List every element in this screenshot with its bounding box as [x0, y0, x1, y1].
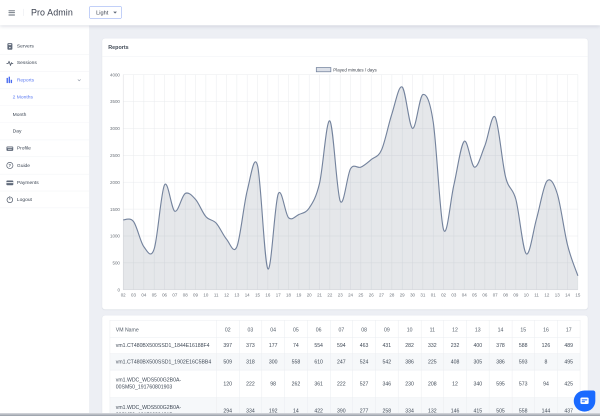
svg-text:2000: 2000 — [110, 180, 120, 185]
svg-text:25: 25 — [358, 292, 363, 297]
svg-text:14: 14 — [245, 292, 250, 297]
svg-text:21: 21 — [317, 292, 322, 297]
svg-text:22: 22 — [327, 292, 332, 297]
svg-text:04: 04 — [141, 292, 146, 297]
svg-text:03: 03 — [131, 292, 136, 297]
svg-text:05: 05 — [472, 292, 477, 297]
svg-text:12: 12 — [544, 292, 549, 297]
svg-text:16: 16 — [265, 292, 270, 297]
svg-text:02: 02 — [121, 292, 126, 297]
svg-text:07: 07 — [493, 292, 498, 297]
svg-text:19: 19 — [296, 292, 301, 297]
svg-text:10: 10 — [524, 292, 529, 297]
svg-text:4000: 4000 — [110, 72, 120, 77]
svg-text:06: 06 — [162, 292, 167, 297]
svg-text:11: 11 — [534, 292, 539, 297]
svg-text:08: 08 — [503, 292, 508, 297]
svg-text:3000: 3000 — [110, 126, 120, 131]
svg-text:31: 31 — [420, 292, 425, 297]
svg-text:13: 13 — [555, 292, 560, 297]
svg-text:09: 09 — [193, 292, 198, 297]
svg-text:28: 28 — [389, 292, 394, 297]
svg-text:29: 29 — [400, 292, 405, 297]
svg-text:17: 17 — [276, 292, 281, 297]
svg-text:2500: 2500 — [110, 153, 120, 158]
svg-text:30: 30 — [410, 292, 415, 297]
svg-text:09: 09 — [513, 292, 518, 297]
svg-text:1500: 1500 — [110, 207, 120, 212]
svg-text:10: 10 — [203, 292, 208, 297]
svg-text:27: 27 — [379, 292, 384, 297]
svg-text:14: 14 — [565, 292, 570, 297]
svg-text:04: 04 — [462, 292, 467, 297]
svg-text:08: 08 — [183, 292, 188, 297]
svg-text:15: 15 — [255, 292, 260, 297]
svg-text:03: 03 — [451, 292, 456, 297]
svg-text:1000: 1000 — [110, 233, 120, 238]
svg-text:26: 26 — [369, 292, 374, 297]
svg-text:06: 06 — [482, 292, 487, 297]
svg-text:15: 15 — [575, 292, 580, 297]
svg-text:23: 23 — [338, 292, 343, 297]
svg-text:11: 11 — [214, 292, 219, 297]
svg-text:24: 24 — [348, 292, 353, 297]
svg-text:Played minutes / days: Played minutes / days — [333, 67, 377, 72]
svg-text:02: 02 — [441, 292, 446, 297]
svg-text:3500: 3500 — [110, 99, 120, 104]
svg-text:05: 05 — [152, 292, 157, 297]
svg-text:20: 20 — [307, 292, 312, 297]
svg-text:07: 07 — [172, 292, 177, 297]
svg-text:12: 12 — [224, 292, 229, 297]
svg-text:500: 500 — [113, 260, 121, 265]
svg-text:?: ? — [9, 163, 12, 168]
svg-text:18: 18 — [286, 292, 291, 297]
svg-text:13: 13 — [234, 292, 239, 297]
svg-text:01: 01 — [431, 292, 436, 297]
